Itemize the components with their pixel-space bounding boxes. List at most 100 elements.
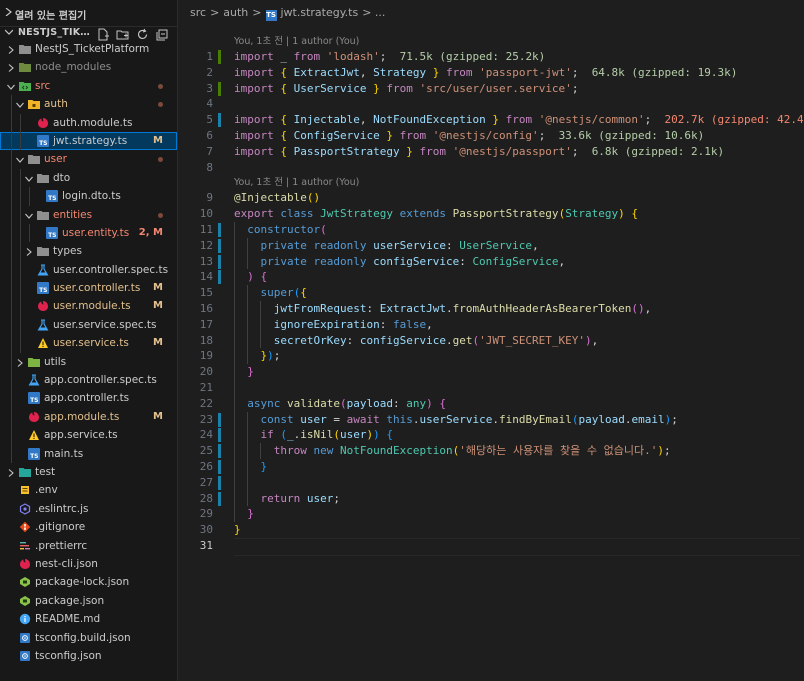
file-item-app-service-ts[interactable]: app.service.ts xyxy=(0,426,177,445)
chevron-right-icon[interactable] xyxy=(7,45,15,54)
git-modified-marker[interactable] xyxy=(218,222,221,237)
git-modified-marker[interactable] xyxy=(218,491,221,506)
git-added-marker[interactable] xyxy=(218,81,221,96)
code-line[interactable]: 31 xyxy=(178,537,804,556)
code-line[interactable]: 26 } xyxy=(178,458,804,475)
code-line[interactable]: 6 import { ConfigService } from '@nestjs/… xyxy=(178,128,804,144)
collapse-all-icon[interactable] xyxy=(156,26,170,41)
chevron-right-icon[interactable] xyxy=(25,247,33,257)
code-line[interactable]: 18 secretOrKey: configService.get('JWT_S… xyxy=(178,332,804,349)
file-item-user-service-spec-ts[interactable]: user.service.spec.ts xyxy=(0,315,177,335)
code-line[interactable]: 8 xyxy=(178,160,804,176)
code-line[interactable]: 4 xyxy=(178,96,804,112)
file-item-package-lock-json[interactable]: package-lock.json xyxy=(0,573,177,591)
chevron-right-icon[interactable] xyxy=(16,358,24,367)
code-line[interactable]: 5 import { Injectable, NotFoundException … xyxy=(178,112,804,128)
file-item-login-dto-ts[interactable]: TS login.dto.ts xyxy=(0,187,177,206)
git-modified-marker[interactable] xyxy=(218,270,221,285)
code-line[interactable]: 15 super({ xyxy=(178,285,804,301)
file-item-main-ts[interactable]: TS main.ts xyxy=(0,444,177,463)
file-item-user-entity-ts[interactable]: TS user.entity.ts 2, M xyxy=(0,223,177,243)
folder-item-types[interactable]: types xyxy=(0,242,177,261)
code-line[interactable]: 13 private readonly configService: Confi… xyxy=(178,253,804,270)
code-line[interactable]: 14 ) { xyxy=(178,269,804,286)
file-item-app-controller-spec-ts[interactable]: app.controller.spec.ts xyxy=(0,371,177,390)
chevron-down-icon[interactable] xyxy=(16,100,24,109)
file-item-nest-cli-json[interactable]: nest-cli.json xyxy=(0,555,177,573)
git-modified-marker[interactable] xyxy=(218,428,221,443)
codelens-author[interactable]: You, 1초 전 | 1 author (You) xyxy=(234,176,359,189)
code-line[interactable]: 20 } xyxy=(178,364,804,380)
file-item-auth-module-ts[interactable]: auth.module.ts xyxy=(0,113,177,132)
code-line[interactable]: 24 if (_.isNil(user)) { xyxy=(178,427,804,444)
code-line[interactable]: 3 import { UserService } from 'src/user/u… xyxy=(178,81,804,97)
breadcrumb-auth[interactable]: auth xyxy=(223,6,248,19)
code-area[interactable]: You, 1초 전 | 1 author (You) 1 import _ from… xyxy=(178,34,804,556)
folder-item-node-modules[interactable]: node_modules xyxy=(0,58,177,76)
chevron-right-icon[interactable] xyxy=(7,63,15,73)
git-modified-marker[interactable] xyxy=(218,475,221,490)
project-section-header[interactable]: NESTJS_TIKETPL... xyxy=(0,23,177,41)
breadcrumb-more[interactable]: > ... xyxy=(362,6,385,19)
code-line[interactable]: 29 } xyxy=(178,506,804,523)
file-item-user-service-ts[interactable]: user.service.ts M xyxy=(0,334,177,353)
breadcrumb-src[interactable]: src xyxy=(190,6,206,19)
folder-item-src[interactable]: src xyxy=(0,77,177,95)
folder-item-auth[interactable]: auth xyxy=(0,95,177,114)
code-line[interactable]: 16 jwtFromRequest: ExtractJwt.fromAuthHe… xyxy=(178,300,804,317)
code-line[interactable]: 9 @Injectable() xyxy=(178,190,804,206)
code-line[interactable]: 17 ignoreExpiration: false, xyxy=(178,316,804,333)
code-line[interactable]: 1 import _ from 'lodash'; 71.5k (gzipped:… xyxy=(178,49,804,65)
breadcrumb-file[interactable]: jwt.strategy.ts xyxy=(281,6,359,19)
code-line[interactable]: 22 async validate(payload: any) { xyxy=(178,395,804,412)
file-item-user-module-ts[interactable]: user.module.ts M xyxy=(0,297,177,316)
refresh-icon[interactable] xyxy=(136,26,150,40)
folder-item-dto[interactable]: dto xyxy=(0,168,177,188)
git-modified-marker[interactable] xyxy=(218,459,221,474)
git-modified-marker[interactable] xyxy=(218,238,221,253)
chevron-down-icon[interactable] xyxy=(25,174,33,182)
git-modified-marker[interactable] xyxy=(218,113,221,128)
folder-item-nestjs-ticketplatform[interactable]: NestJS_TicketPlatform xyxy=(0,40,177,58)
file-item-user-controller-spec-ts[interactable]: user.controller.spec.ts xyxy=(0,260,177,280)
code-line[interactable]: 21 xyxy=(178,379,804,396)
code-line[interactable]: 23 const user = await this.userService.f… xyxy=(178,411,804,428)
codelens-author[interactable]: You, 1초 전 | 1 author (You) xyxy=(234,35,359,48)
chevron-down-icon[interactable] xyxy=(25,211,33,219)
code-line[interactable]: 12 private readonly userService: UserSer… xyxy=(178,237,804,254)
code-line[interactable]: 30} xyxy=(178,522,804,538)
file-item-app-controller-ts[interactable]: TS app.controller.ts xyxy=(0,389,177,408)
chevron-down-icon[interactable] xyxy=(16,155,24,164)
file-item-user-controller-ts[interactable]: TS user.controller.ts M xyxy=(0,279,177,298)
new-file-icon[interactable] xyxy=(96,26,110,41)
file-item-gitignore[interactable]: .gitignore xyxy=(0,518,177,536)
new-folder-icon[interactable] xyxy=(116,26,130,40)
git-modified-marker[interactable] xyxy=(218,412,221,427)
chevron-down-icon[interactable] xyxy=(7,82,15,90)
code-line[interactable]: 11 constructor( xyxy=(178,221,804,238)
file-item-jwt-strategy-ts[interactable]: TS jwt.strategy.ts M xyxy=(0,131,177,151)
code-line[interactable]: 10 export class JwtStrategy extends Passp… xyxy=(178,206,804,222)
file-item-tsconfig-json[interactable]: tsconfig.json xyxy=(0,647,177,665)
code-line[interactable]: 2 import { ExtractJwt, Strategy } from 'p… xyxy=(178,65,804,81)
file-item-app-module-ts[interactable]: app.module.ts M xyxy=(0,407,177,427)
code-line[interactable]: 25 throw new NotFoundException('해당하는 사용자… xyxy=(178,443,804,459)
file-item-readme-md[interactable]: README.md xyxy=(0,610,177,628)
git-modified-marker[interactable] xyxy=(218,444,221,459)
folder-item-utils[interactable]: utils xyxy=(0,352,177,372)
file-item-tsconfig-build-json[interactable]: tsconfig.build.json xyxy=(0,629,177,647)
folder-item-entities[interactable]: entities xyxy=(0,205,177,224)
file-item-eslintrc-js[interactable]: .eslintrc.js xyxy=(0,500,177,518)
file-item-prettierrc[interactable]: .prettierrc xyxy=(0,537,177,555)
code-line[interactable]: 28 return user; xyxy=(178,490,804,507)
git-added-marker[interactable] xyxy=(218,50,221,64)
code-line[interactable]: 27 xyxy=(178,474,804,491)
git-modified-marker[interactable] xyxy=(218,254,221,269)
code-line[interactable]: 19 }); xyxy=(178,348,804,365)
file-item-package-json[interactable]: package.json xyxy=(0,592,177,610)
code-line[interactable]: 7 import { PassportStrategy } from '@nest… xyxy=(178,144,804,160)
chevron-right-icon[interactable] xyxy=(7,468,15,477)
folder-item-user[interactable]: user xyxy=(0,150,177,169)
file-item-env[interactable]: .env xyxy=(0,481,177,499)
folder-item-test[interactable]: test xyxy=(0,463,177,481)
